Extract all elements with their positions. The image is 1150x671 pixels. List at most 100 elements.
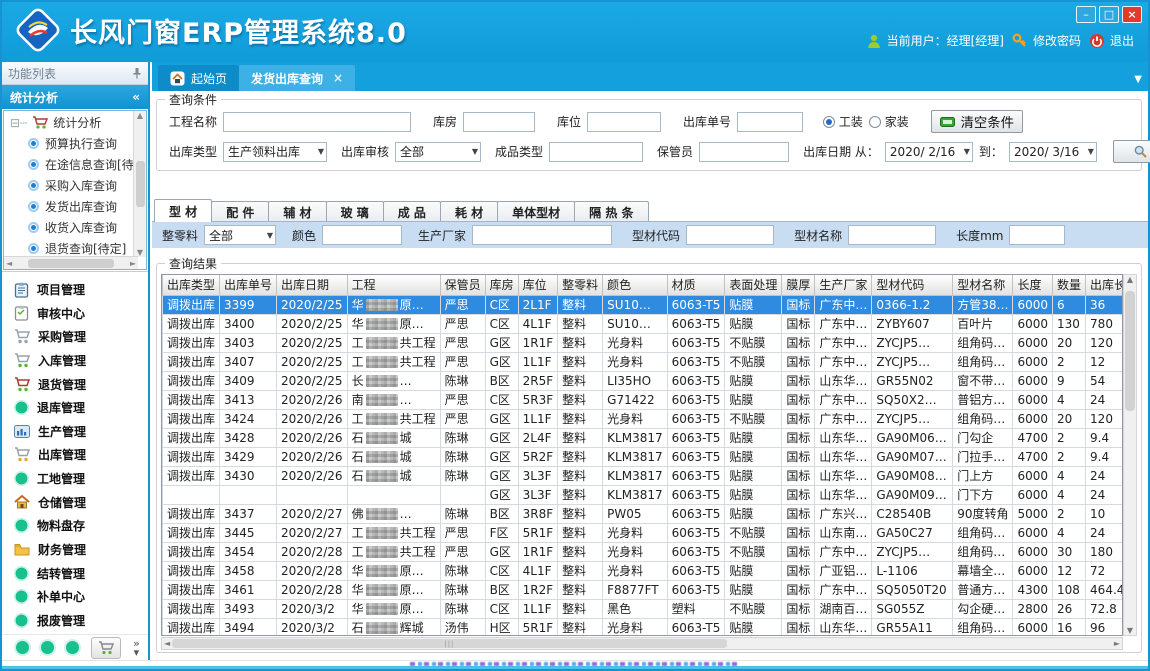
sidebar-item-退货管理[interactable]: 退货管理 (2, 373, 148, 396)
column-header-整零料[interactable]: 整零料 (558, 275, 603, 295)
table-row[interactable]: 调拨出库34542020/2/28工共工程严思G区1R1F整料光身料6063-T… (163, 542, 1124, 561)
more-chevron-icon[interactable]: »▾ (133, 639, 140, 657)
project-name-input[interactable] (223, 112, 411, 132)
cart-shortcut-button[interactable] (91, 637, 121, 659)
change-password-button[interactable]: 修改密码 (1012, 32, 1081, 49)
column-header-出库类型[interactable]: 出库类型 (163, 275, 220, 295)
profile-name-input[interactable] (848, 225, 936, 245)
close-button[interactable]: × (1122, 6, 1142, 23)
tree-horizontal-scrollbar[interactable]: ◄► (4, 256, 138, 269)
product-type-input[interactable] (549, 142, 643, 162)
material-tab-隔热条[interactable]: 隔 热 条 (574, 201, 648, 222)
sidebar-item-退库管理[interactable]: 退库管理 (2, 396, 148, 419)
date-from-picker[interactable]: 2020/ 2/16▼ (885, 142, 973, 162)
nav-dot-icon[interactable] (66, 641, 79, 654)
tree-item-发货出库查询[interactable]: 发货出库查询 (10, 196, 144, 217)
sidebar-item-仓储管理[interactable]: 仓储管理 (2, 491, 148, 514)
column-header-库位[interactable]: 库位 (518, 275, 558, 295)
material-tab-成品[interactable]: 成 品 (383, 201, 441, 222)
work-radio[interactable] (823, 116, 835, 128)
sidebar-item-入库管理[interactable]: 入库管理 (2, 349, 148, 372)
tree-root-statistics[interactable]: ⊟┄统计分析 (10, 114, 144, 131)
tab-shipment-outbound-query[interactable]: 发货出库查询 × (239, 65, 355, 91)
column-header-出库日期[interactable]: 出库日期 (277, 275, 348, 295)
sidebar-item-补单中心[interactable]: 补单中心 (2, 585, 148, 608)
column-header-型材代码[interactable]: 型材代码 (872, 275, 953, 295)
material-tab-单体型材[interactable]: 单体型材 (497, 201, 575, 222)
logout-button[interactable]: 退出 (1089, 32, 1134, 49)
sidebar-section-title[interactable]: 统计分析 (10, 89, 58, 106)
tree-vertical-scrollbar[interactable]: ▲▼ (133, 111, 146, 257)
column-header-颜色[interactable]: 颜色 (603, 275, 667, 295)
column-header-膜厚[interactable]: 膜厚 (782, 275, 815, 295)
table-row[interactable]: G区3L3F整料KLM38176063-T5贴膜国标山东华…GA90M09…门下… (163, 485, 1124, 504)
sidebar-item-项目管理[interactable]: 项目管理 (2, 278, 148, 301)
column-header-型材名称[interactable]: 型材名称 (953, 275, 1013, 295)
sidebar-item-报废管理[interactable]: 报废管理 (2, 609, 148, 632)
home-radio[interactable] (869, 116, 881, 128)
table-row[interactable]: 调拨出库34612020/2/28华原…陈琳B区1R2F整料F8877FT606… (163, 580, 1124, 599)
column-header-表面处理[interactable]: 表面处理 (725, 275, 782, 295)
length-input[interactable] (1009, 225, 1065, 245)
factory-input[interactable] (472, 225, 612, 245)
sidebar-item-物料盘存[interactable]: 物料盘存 (2, 514, 148, 537)
sidebar-item-采购管理[interactable]: 采购管理 (2, 325, 148, 348)
clear-conditions-button[interactable]: 清空条件 (931, 110, 1023, 133)
table-row[interactable]: 调拨出库34372020/2/27佛…陈琳B区3R8F整料PW056063-T5… (163, 504, 1124, 523)
order-no-input[interactable] (737, 112, 803, 132)
audit-select[interactable]: 全部▼ (395, 142, 481, 162)
grid-vertical-scrollbar[interactable]: ▲▼ (1123, 274, 1137, 636)
nav-dot-icon[interactable] (16, 641, 29, 654)
sidebar-item-审核中心[interactable]: 审核中心 (2, 302, 148, 325)
radio-home-wrap[interactable]: 家装 (869, 113, 909, 130)
minimize-button[interactable]: – (1076, 6, 1096, 23)
maximize-button[interactable]: □ (1099, 6, 1119, 23)
radio-work-wrap[interactable]: 工装 (823, 113, 863, 130)
column-header-出库长度[interactable]: 出库长度 (1086, 275, 1123, 295)
tree-item-在途信息查询[待[interactable]: 在途信息查询[待 (10, 154, 144, 175)
column-header-库房[interactable]: 库房 (485, 275, 518, 295)
table-row[interactable]: 调拨出库34132020/2/26南…严思C区5R3F整料G714226063-… (163, 390, 1124, 409)
column-header-出库单号[interactable]: 出库单号 (220, 275, 277, 295)
sidebar-item-财务管理[interactable]: 财务管理 (2, 538, 148, 561)
sidebar-item-结转管理[interactable]: 结转管理 (2, 562, 148, 585)
search-button[interactable]: 查 询 (1113, 140, 1150, 163)
sidebar-item-生产管理[interactable]: 生产管理 (2, 420, 148, 443)
tree-item-预算执行查询[interactable]: 预算执行查询 (10, 133, 144, 154)
date-to-picker[interactable]: 2020/ 3/16▼ (1009, 142, 1097, 162)
collapse-icon[interactable]: « (132, 90, 140, 104)
tab-list-dropdown-icon[interactable]: ▼ (1134, 74, 1142, 85)
table-row[interactable]: 调拨出库34452020/2/27工共工程严思F区5R1F整料光身料6063-T… (163, 523, 1124, 542)
profile-code-input[interactable] (686, 225, 774, 245)
table-row[interactable]: 调拨出库34072020/2/25工共工程严思G区1L1F整料光身料6063-T… (163, 352, 1124, 371)
material-tab-玻璃[interactable]: 玻 璃 (326, 201, 384, 222)
tab-close-icon[interactable]: × (333, 71, 343, 85)
material-tab-耗材[interactable]: 耗 材 (440, 201, 498, 222)
tab-start-page[interactable]: 起始页 (158, 65, 239, 91)
tree-item-采购入库查询[interactable]: 采购入库查询 (10, 175, 144, 196)
table-row[interactable]: 调拨出库34942020/3/2石辉城汤伟H区5R1F整料光身料6063-T5贴… (163, 618, 1124, 636)
column-header-数量[interactable]: 数量 (1053, 275, 1086, 295)
warehouse-input[interactable] (463, 112, 535, 132)
keeper-input[interactable] (699, 142, 789, 162)
nav-dot-icon[interactable] (41, 641, 54, 654)
sidebar-item-工地管理[interactable]: 工地管理 (2, 467, 148, 490)
table-row[interactable]: 调拨出库34092020/2/25长…陈琳B区2R5F整料LI35HO6063-… (163, 371, 1124, 390)
table-row[interactable]: 调拨出库34242020/2/26工共工程严思G区1L1F整料光身料6063-T… (163, 409, 1124, 428)
table-row[interactable]: 调拨出库33992020/2/25华原…严思C区2L1F整料SU10…6063-… (163, 295, 1124, 314)
table-row[interactable]: 调拨出库34302020/2/26石城陈琳G区3L3F整料KLM38176063… (163, 466, 1124, 485)
material-tab-辅材[interactable]: 辅 材 (268, 201, 326, 222)
column-header-材质[interactable]: 材质 (667, 275, 725, 295)
column-header-长度[interactable]: 长度 (1013, 275, 1053, 295)
table-row[interactable]: 调拨出库34282020/2/26石城陈琳G区2L4F整料KLM38176063… (163, 428, 1124, 447)
pin-icon[interactable] (132, 67, 142, 79)
table-row[interactable]: 调拨出库34032020/2/25工共工程严思G区1R1F整料光身料6063-T… (163, 333, 1124, 352)
column-header-工程[interactable]: 工程 (347, 275, 440, 295)
location-input[interactable] (587, 112, 661, 132)
column-header-保管员[interactable]: 保管员 (440, 275, 485, 295)
sidebar-item-出库管理[interactable]: 出库管理 (2, 443, 148, 466)
tree-item-收货入库查询[interactable]: 收货入库查询 (10, 217, 144, 238)
table-row[interactable]: 调拨出库34582020/2/28华原…陈琳C区4L1F整料光身料6063-T5… (163, 561, 1124, 580)
table-row[interactable]: 调拨出库34932020/3/2华原…陈琳C区1L1F整料黑色塑料不贴膜国标湖南… (163, 599, 1124, 618)
table-row[interactable]: 调拨出库34002020/2/25华原…严思C区4L1F整料SU10…6063-… (163, 314, 1124, 333)
